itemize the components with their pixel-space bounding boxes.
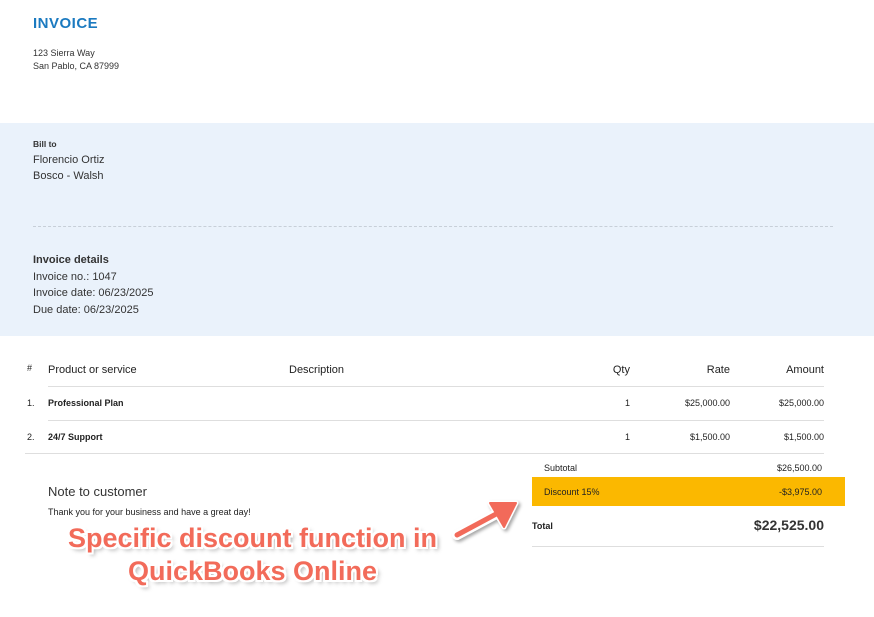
company-address-line2: San Pablo, CA 87999 — [33, 61, 120, 71]
col-header-rate: Rate — [706, 364, 730, 376]
due-date: Due date: 06/23/2025 — [33, 304, 139, 316]
section-divider — [33, 226, 833, 227]
discount-value: -$3,975.00 — [778, 487, 822, 497]
row-amount: $25,000.00 — [778, 398, 824, 408]
invoice-title: INVOICE — [33, 15, 99, 32]
row-product: 24/7 Support — [48, 432, 103, 442]
row-rate: $1,500.00 — [689, 432, 730, 442]
row-qty: 1 — [624, 398, 630, 408]
total-divider — [532, 546, 824, 547]
col-header-num: # — [27, 363, 33, 373]
total-value: $22,525.00 — [753, 517, 824, 533]
col-header-amount: Amount — [786, 364, 824, 376]
row-amount: $1,500.00 — [783, 432, 824, 442]
bill-to-label: Bill to — [33, 139, 57, 149]
annotation-line1: Specific discount function in — [67, 523, 437, 553]
subtotal-label: Subtotal — [544, 463, 578, 473]
row-divider — [48, 420, 824, 421]
company-address-line1: 123 Sierra Way — [33, 48, 95, 58]
row-product: Professional Plan — [48, 398, 124, 408]
col-header-qty: Qty — [612, 364, 630, 376]
invoice-number: Invoice no.: 1047 — [33, 271, 117, 283]
subtotal-value: $26,500.00 — [776, 463, 822, 473]
col-header-description: Description — [289, 364, 345, 376]
row-qty: 1 — [624, 432, 630, 442]
total-label: Total — [532, 521, 553, 531]
row-number: 1. — [27, 398, 35, 408]
discount-label: Discount 15% — [544, 487, 600, 497]
annotation-line2: QuickBooks Online — [127, 556, 378, 586]
customer-company: Bosco - Walsh — [33, 170, 104, 182]
note-heading: Note to customer — [48, 484, 147, 499]
row-rate: $25,000.00 — [684, 398, 730, 408]
invoice-date: Invoice date: 06/23/2025 — [33, 287, 154, 299]
note-text: Thank you for your business and have a g… — [48, 507, 251, 517]
table-bottom-divider — [25, 453, 824, 454]
customer-name: Florencio Ortiz — [33, 154, 105, 166]
col-header-product: Product or service — [48, 364, 137, 376]
invoice-details-heading: Invoice details — [33, 254, 109, 266]
callout-arrow-icon — [452, 500, 519, 540]
row-number: 2. — [27, 432, 35, 442]
table-header-divider — [48, 386, 824, 387]
